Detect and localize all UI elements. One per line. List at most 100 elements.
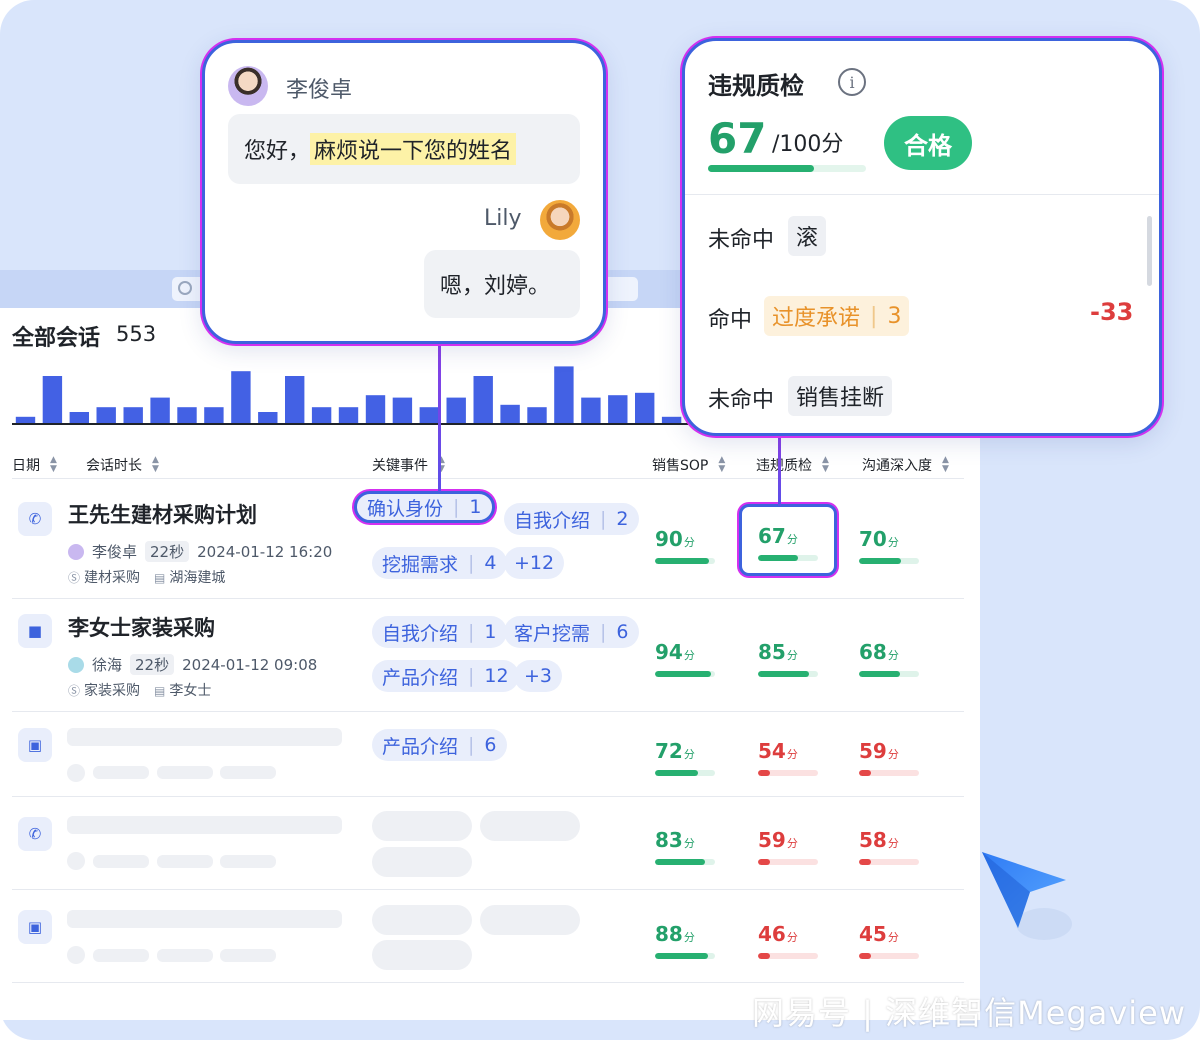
qc-popup-score: 67	[708, 114, 767, 163]
tag-separator: |	[600, 508, 607, 530]
score-track	[758, 953, 818, 959]
column-duration[interactable]: 会话时长 ▲ ▼	[86, 455, 159, 475]
event-tag-count: 4	[484, 552, 497, 574]
depth-score[interactable]: 68分	[859, 641, 919, 677]
depth-score[interactable]: 70分	[859, 528, 919, 564]
histogram-bar	[150, 397, 170, 424]
column-date[interactable]: 日期 ▲ ▼	[12, 455, 57, 475]
sop-score[interactable]: 94分	[655, 641, 715, 677]
score-value: 67	[758, 524, 786, 548]
qc-rule-tag[interactable]: 过度承诺 | 3	[764, 296, 910, 336]
column-depth[interactable]: 沟通深入度 ▲ ▼	[862, 455, 949, 475]
event-tag-label: 确认身份	[367, 497, 444, 520]
column-sop-label: 销售SOP	[652, 458, 709, 474]
score-value: 72	[655, 739, 683, 763]
conversation-histogram	[15, 366, 709, 424]
qc-score[interactable]: 67分	[758, 525, 818, 561]
skeleton-text	[93, 766, 149, 779]
score-value: 88	[655, 922, 683, 946]
qc-popup-total: /100分	[772, 132, 844, 157]
more-tags[interactable]: +12	[504, 547, 565, 579]
qc-rule-tag[interactable]: 滚	[788, 216, 827, 256]
score-track	[758, 770, 818, 776]
tag-separator: |	[468, 552, 475, 574]
depth-score[interactable]: 58分	[859, 829, 919, 865]
qc-score[interactable]: 54分	[758, 740, 818, 776]
row-title[interactable]: 李女士家装采购	[68, 612, 215, 642]
qc-item-status: 未命中	[708, 228, 775, 253]
score-fill	[859, 859, 871, 865]
skeleton-avatar	[67, 852, 85, 870]
skeleton-text	[157, 855, 213, 868]
sort-icon[interactable]: ▲ ▼	[942, 456, 949, 474]
score-unit: 分	[683, 748, 695, 761]
score-value: 54	[758, 739, 786, 763]
sort-icon[interactable]: ▲ ▼	[718, 456, 725, 474]
scrollbar[interactable]	[1147, 216, 1152, 286]
building-icon: ▤	[154, 571, 166, 585]
qc-divider	[685, 194, 1159, 195]
score-unit: 分	[683, 649, 695, 662]
qc-popup-fill	[708, 165, 814, 172]
event-tag[interactable]: 客户挖需 | 6	[504, 616, 639, 648]
histogram-bar	[96, 407, 116, 424]
column-events[interactable]: 关键事件 ▲ ▼	[372, 455, 445, 475]
event-tag[interactable]: 产品介绍 | 6	[372, 729, 507, 761]
score-track	[859, 953, 919, 959]
skeleton-text	[220, 855, 276, 868]
score-value: 94	[655, 640, 683, 664]
row-divider	[12, 598, 964, 599]
qc-popup-track	[708, 165, 866, 172]
agent-message-highlight: 麻烦说一下您的姓名	[310, 133, 517, 165]
depth-score[interactable]: 59分	[859, 740, 919, 776]
histogram-bar	[42, 376, 63, 424]
sort-icon[interactable]: ▲ ▼	[50, 456, 57, 474]
skeleton-text	[93, 855, 149, 868]
histogram-bar	[473, 376, 493, 424]
sop-score[interactable]: 90分	[655, 528, 715, 564]
event-tag-label: 自我介绍	[382, 622, 459, 645]
event-tag[interactable]: 自我介绍 | 2	[504, 503, 639, 535]
row-title[interactable]: 王先生建材采购计划	[68, 499, 257, 529]
event-tag[interactable]: 确认身份 | 1	[354, 491, 495, 523]
conversation-count: 553	[116, 322, 157, 346]
score-fill	[655, 558, 709, 564]
score-unit: 分	[786, 837, 798, 850]
page-title: 全部会话	[12, 326, 101, 351]
qc-score[interactable]: 59分	[758, 829, 818, 865]
sop-score[interactable]: 88分	[655, 923, 715, 959]
event-tag-label: 客户挖需	[514, 622, 591, 645]
skeleton-tag	[480, 905, 580, 935]
score-fill	[655, 770, 699, 776]
depth-score[interactable]: 45分	[859, 923, 919, 959]
qc-score[interactable]: 46分	[758, 923, 818, 959]
sort-icon[interactable]: ▲ ▼	[152, 456, 159, 474]
score-track	[655, 859, 715, 865]
histogram-bar	[311, 407, 332, 424]
row-sub: Ⓢ 家装采购 ▤ 李女士	[68, 680, 211, 700]
event-tag[interactable]: 自我介绍 | 1	[372, 616, 507, 648]
search-icon	[178, 281, 192, 295]
sop-score[interactable]: 72分	[655, 740, 715, 776]
sop-score[interactable]: 83分	[655, 829, 715, 865]
qc-score[interactable]: 85分	[758, 641, 818, 677]
score-unit: 分	[887, 748, 899, 761]
column-sop[interactable]: 销售SOP ▲ ▼	[652, 455, 725, 475]
qc-rule-tag[interactable]: 销售挂断	[788, 376, 893, 416]
event-tag[interactable]: 产品介绍 | 12	[372, 660, 519, 692]
row-user: 李俊卓	[92, 543, 138, 561]
customer-avatar	[540, 200, 580, 240]
column-qc[interactable]: 违规质检 ▲ ▼	[756, 455, 829, 475]
score-value: 46	[758, 922, 786, 946]
more-tags[interactable]: +3	[514, 660, 563, 692]
qc-rule-count: 3	[887, 303, 902, 329]
histogram-bar	[581, 397, 601, 424]
sort-icon[interactable]: ▲ ▼	[822, 456, 829, 474]
score-fill	[758, 770, 770, 776]
skeleton-text	[157, 949, 213, 962]
score-unit: 分	[887, 649, 899, 662]
score-unit: 分	[786, 649, 798, 662]
event-tag[interactable]: 挖掘需求 | 4	[372, 547, 507, 579]
info-icon[interactable]: i	[838, 68, 866, 96]
skeleton-tag	[372, 940, 472, 970]
